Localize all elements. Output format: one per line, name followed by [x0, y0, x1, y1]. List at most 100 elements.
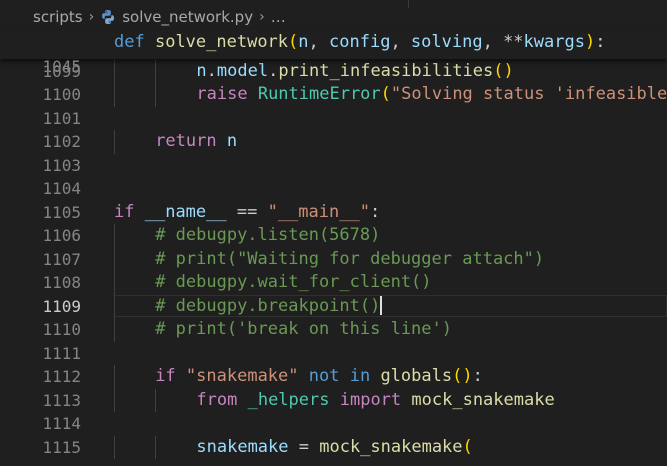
code-line[interactable]: 1106 # debugpy.listen(5678) — [0, 224, 667, 248]
code-line[interactable]: 1109 # debugpy.breakpoint() — [0, 294, 667, 319]
code-token: () — [493, 60, 514, 81]
line-number: 1106 — [42, 226, 81, 245]
code-token: RuntimeError — [257, 84, 381, 104]
code-token: solving — [410, 32, 483, 52]
code-line[interactable]: 1108 # debugpy.wait_for_client() — [0, 271, 667, 295]
code-line[interactable]: 1105 if __name__ == "__main__": — [0, 201, 667, 225]
code-line[interactable]: 1115 snakemake = mock_snakemake( — [0, 435, 667, 460]
indent-guide — [155, 59, 157, 83]
code-line[interactable]: 1100 raise RuntimeError("Solving status '… — [0, 83, 667, 107]
code-token: . — [268, 60, 279, 81]
code-token: globals — [380, 366, 453, 386]
code-text: n.model.print_infeasibilities() — [196, 60, 513, 84]
code-token: ( — [380, 84, 391, 104]
code-text: # debugpy.breakpoint() — [155, 295, 383, 319]
code-line[interactable]: 1111 — [0, 342, 667, 366]
code-token: snakemake — [196, 436, 289, 457]
code-token: == — [226, 201, 268, 222]
line-number: 1104 — [42, 179, 81, 198]
code-token: # print('break on this line') — [155, 319, 452, 339]
indent-guide — [114, 130, 115, 154]
indent-guide — [114, 388, 115, 412]
code-line[interactable]: 1102 return n — [0, 130, 667, 154]
breadcrumb-symbol[interactable]: … — [271, 8, 286, 26]
line-number: 1111 — [42, 343, 81, 363]
code-token: config — [329, 32, 391, 52]
code-token: , — [482, 32, 504, 52]
code-token: from — [196, 389, 238, 410]
indent-guide — [114, 365, 115, 389]
code-token: , — [308, 32, 330, 52]
code-line[interactable]: 1101 — [0, 107, 667, 131]
line-number: 1108 — [42, 273, 81, 292]
indent-guide — [114, 271, 115, 295]
code-token: n — [226, 131, 238, 151]
indent-guide — [114, 318, 115, 342]
indent-guide — [114, 83, 115, 107]
code-token: n — [298, 32, 309, 52]
line-number: 1114 — [42, 414, 81, 433]
sticky-line[interactable]: 1045 def solve_network(n, config, solvin… — [0, 31, 667, 76]
code-token: ** — [503, 32, 524, 52]
code-line[interactable]: 1103 — [0, 154, 667, 178]
line-number: 1107 — [42, 249, 81, 269]
code-line[interactable]: 1112 if "snakemake" not in globals(): — [0, 365, 667, 389]
code-line[interactable]: 1107 # print("Waiting for debugger attach… — [0, 247, 667, 271]
indent-guide — [155, 435, 157, 459]
sticky-scroll-header[interactable]: 1045 def solve_network(n, config, solvin… — [0, 30, 667, 76]
text-cursor — [380, 296, 383, 315]
code-token: # debugpy.wait_for_client() — [155, 272, 432, 292]
indent-guide — [114, 435, 115, 459]
python-file-icon — [102, 10, 115, 24]
code-text: return n — [155, 130, 237, 154]
line-number: 1110 — [42, 320, 81, 339]
code-token: : — [472, 366, 483, 386]
code-line[interactable]: 1114 — [0, 412, 667, 436]
code-token: if — [114, 201, 135, 222]
code-token: n — [196, 60, 207, 81]
code-text: # debugpy.listen(5678) — [155, 224, 380, 248]
breadcrumb-file[interactable]: solve_network.py — [122, 8, 253, 26]
code-line[interactable]: 1110 # print('break on this line') — [0, 318, 667, 342]
chevron-right-icon: › — [259, 9, 265, 25]
code-token: ( — [462, 436, 473, 457]
code-token: : — [369, 201, 381, 222]
indent-guide — [155, 83, 157, 107]
code-text: from _helpers import mock_snakemake — [196, 389, 554, 413]
indent-guide — [114, 247, 115, 271]
line-number: 1113 — [42, 390, 81, 410]
line-number: 1102 — [42, 132, 81, 151]
code-token: # debugpy.breakpoint() — [155, 295, 381, 316]
code-text: snakemake = mock_snakemake( — [196, 436, 472, 460]
code-token: ) — [584, 32, 596, 52]
breadcrumb-folder[interactable]: scripts — [33, 8, 83, 26]
indent-guide — [114, 59, 115, 83]
line-number: 1103 — [42, 155, 81, 175]
chevron-right-icon: › — [88, 9, 95, 25]
code-line[interactable]: 1113 from _helpers import mock_snakemake — [0, 388, 667, 413]
code-token: def — [114, 32, 145, 52]
indent-guide — [114, 294, 115, 318]
code-line[interactable]: 1104 — [0, 177, 667, 201]
code-text: # debugpy.wait_for_client() — [155, 271, 431, 295]
code-token: mock_snakemake — [411, 389, 555, 410]
code-line[interactable]: 1099 n.model.print_infeasibilities() — [0, 59, 667, 84]
split-divider — [408, 0, 409, 8]
indent-guide — [155, 388, 157, 412]
code-token: , — [390, 32, 411, 52]
code-token: raise — [196, 84, 248, 104]
code-token: "snakemake" — [185, 366, 299, 386]
code-token: __name__ — [144, 201, 227, 222]
code-token: model — [216, 60, 269, 81]
code-token: import — [339, 389, 402, 410]
code-text: if __name__ == "__main__": — [114, 201, 380, 225]
code-token: return — [155, 131, 217, 151]
code-text: raise RuntimeError("Solving status 'infe… — [196, 83, 667, 107]
